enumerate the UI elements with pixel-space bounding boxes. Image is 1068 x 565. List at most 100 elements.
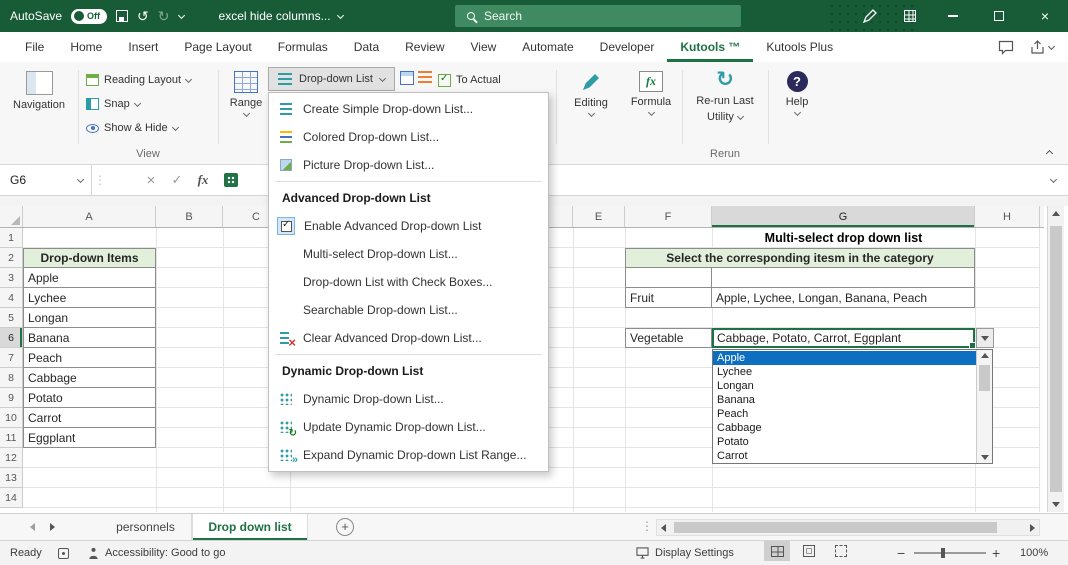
maximize-button[interactable] bbox=[976, 0, 1022, 32]
column-header-a[interactable]: A bbox=[23, 206, 156, 227]
snap-button[interactable]: Snap bbox=[86, 94, 140, 114]
accessibility-status[interactable]: Accessibility: Good to go bbox=[88, 541, 225, 565]
menu-item-dynamic[interactable]: Dynamic Drop-down List... bbox=[269, 385, 548, 413]
fruit-label-cell[interactable]: Fruit bbox=[625, 288, 712, 308]
menu-item-check-boxes[interactable]: Drop-down List with Check Boxes... bbox=[269, 268, 548, 296]
scroll-right-icon[interactable] bbox=[1030, 524, 1035, 532]
scroll-left-icon[interactable] bbox=[661, 524, 666, 532]
new-sheet-button[interactable] bbox=[336, 518, 354, 536]
row-header-4[interactable]: 4 bbox=[0, 288, 23, 308]
page-layout-view-button[interactable] bbox=[796, 541, 822, 561]
menu-item-searchable[interactable]: Searchable Drop-down List... bbox=[269, 296, 548, 324]
scroll-up-icon[interactable] bbox=[981, 353, 989, 358]
table-cell[interactable]: Lychee bbox=[23, 288, 156, 308]
help-button[interactable]: Help bbox=[774, 67, 820, 145]
table-cell[interactable]: Carrot bbox=[23, 408, 156, 428]
table-cell[interactable]: Banana bbox=[23, 328, 156, 348]
sheet-nav-left-icon[interactable] bbox=[30, 523, 35, 531]
reading-layout-button[interactable]: Reading Layout bbox=[86, 70, 191, 90]
display-settings-button[interactable]: Display Settings bbox=[636, 541, 734, 565]
column-header-b[interactable]: B bbox=[156, 206, 223, 227]
navigation-button[interactable]: Navigation bbox=[6, 67, 72, 145]
dropdown-scrollbar[interactable] bbox=[976, 350, 992, 463]
row-header-10[interactable]: 10 bbox=[0, 408, 23, 428]
row-header-1[interactable]: 1 bbox=[0, 228, 23, 248]
row-header-3[interactable]: 3 bbox=[0, 268, 23, 288]
formula-bar-grip[interactable] bbox=[92, 165, 108, 195]
zoom-out-button[interactable] bbox=[897, 541, 905, 565]
row-header-2[interactable]: 2 bbox=[0, 248, 23, 268]
zoom-slider[interactable] bbox=[914, 552, 986, 554]
table-cell-empty[interactable] bbox=[712, 268, 975, 288]
normal-view-button[interactable] bbox=[764, 541, 790, 561]
kutools-formula-icon[interactable] bbox=[224, 173, 238, 187]
zoom-slider-thumb[interactable] bbox=[941, 548, 945, 558]
tab-automate[interactable]: Automate bbox=[509, 32, 586, 62]
category-header-cell[interactable]: Select the corresponding itesm in the ca… bbox=[625, 248, 975, 268]
dropdown-option-peach[interactable]: Peach bbox=[713, 407, 976, 421]
tab-review[interactable]: Review bbox=[392, 32, 457, 62]
to-actual-button[interactable]: To Actual bbox=[438, 70, 501, 90]
cancel-entry-button[interactable] bbox=[138, 165, 164, 195]
table-header-cell[interactable]: Drop-down Items bbox=[23, 248, 156, 268]
comments-icon[interactable] bbox=[998, 40, 1014, 55]
row-header-8[interactable]: 8 bbox=[0, 368, 23, 388]
confirm-entry-button[interactable] bbox=[164, 165, 190, 195]
macro-record-button[interactable] bbox=[58, 541, 69, 565]
tab-file[interactable]: File bbox=[12, 32, 57, 62]
scroll-down-icon[interactable] bbox=[1052, 502, 1060, 507]
dropdown-option-cabbage[interactable]: Cabbage bbox=[713, 421, 976, 435]
range-button[interactable]: Range bbox=[224, 67, 268, 145]
close-button[interactable]: × bbox=[1022, 0, 1068, 32]
ink-pen-button[interactable] bbox=[850, 0, 890, 32]
dropdown-option-banana[interactable]: Banana bbox=[713, 393, 976, 407]
selected-cell-g6[interactable]: Cabbage, Potato, Carrot, Eggplant bbox=[712, 328, 975, 348]
scroll-up-icon[interactable] bbox=[1052, 211, 1060, 216]
menu-item-picture[interactable]: Picture Drop-down List... bbox=[269, 151, 548, 179]
scrollbar-thumb[interactable] bbox=[674, 522, 997, 533]
column-header-g[interactable]: G bbox=[712, 206, 975, 227]
row-header-14[interactable]: 14 bbox=[0, 488, 23, 508]
name-box[interactable]: G6 bbox=[0, 165, 92, 195]
autosave-toggle[interactable]: Off bbox=[71, 9, 107, 24]
rerun-last-utility-button[interactable]: ↻ Re-run Last Utility bbox=[688, 67, 762, 145]
column-header-e[interactable]: E bbox=[573, 206, 625, 227]
ribbon-small-icon-orange[interactable] bbox=[418, 71, 432, 85]
formula-button[interactable]: Formula bbox=[624, 67, 678, 145]
dropdown-option-potato[interactable]: Potato bbox=[713, 435, 976, 449]
table-cell-empty[interactable] bbox=[625, 268, 712, 288]
page-break-view-button[interactable] bbox=[828, 541, 854, 561]
menu-item-update-dynamic[interactable]: Update Dynamic Drop-down List... bbox=[269, 413, 548, 441]
menu-item-expand-dynamic[interactable]: Expand Dynamic Drop-down List Range... bbox=[269, 441, 548, 469]
search-box[interactable]: Search bbox=[455, 5, 741, 27]
expand-formula-bar-button[interactable] bbox=[1038, 165, 1068, 195]
scrollbar-thumb[interactable] bbox=[1050, 226, 1062, 492]
sheet-tab-personnels[interactable]: personnels bbox=[100, 514, 192, 540]
row-header-13[interactable]: 13 bbox=[0, 468, 23, 488]
menu-item-enable-advanced[interactable]: Enable Advanced Drop-down List bbox=[269, 212, 548, 240]
minimize-button[interactable] bbox=[930, 0, 976, 32]
row-header-5[interactable]: 5 bbox=[0, 308, 23, 328]
row-header-11[interactable]: 11 bbox=[0, 428, 23, 448]
zoom-in-button[interactable] bbox=[992, 541, 1000, 565]
collapse-ribbon-icon[interactable] bbox=[1046, 150, 1053, 157]
sheet-nav-right-icon[interactable] bbox=[50, 523, 55, 531]
table-cell[interactable]: Longan bbox=[23, 308, 156, 328]
scrollbar-thumb[interactable] bbox=[979, 365, 990, 391]
table-cell[interactable]: Cabbage bbox=[23, 368, 156, 388]
vegetable-label-cell[interactable]: Vegetable bbox=[625, 328, 712, 348]
scroll-down-icon[interactable] bbox=[981, 455, 989, 460]
table-cell[interactable]: Eggplant bbox=[23, 428, 156, 448]
column-header-f[interactable]: F bbox=[625, 206, 712, 227]
tab-kutools-plus[interactable]: Kutools Plus bbox=[753, 32, 846, 62]
dropdown-option-longan[interactable]: Longan bbox=[713, 379, 976, 393]
column-header-h[interactable]: H bbox=[975, 206, 1040, 227]
editing-button[interactable]: Editing bbox=[564, 67, 618, 145]
row-header-7[interactable]: 7 bbox=[0, 348, 23, 368]
show-hide-button[interactable]: Show & Hide bbox=[86, 118, 178, 138]
multiselect-title[interactable]: Multi-select drop down list bbox=[712, 228, 975, 248]
tab-data[interactable]: Data bbox=[341, 32, 392, 62]
quick-access-chevron-icon[interactable] bbox=[177, 11, 184, 18]
zoom-level[interactable]: 100% bbox=[1020, 541, 1048, 565]
table-cell[interactable]: Apple bbox=[23, 268, 156, 288]
